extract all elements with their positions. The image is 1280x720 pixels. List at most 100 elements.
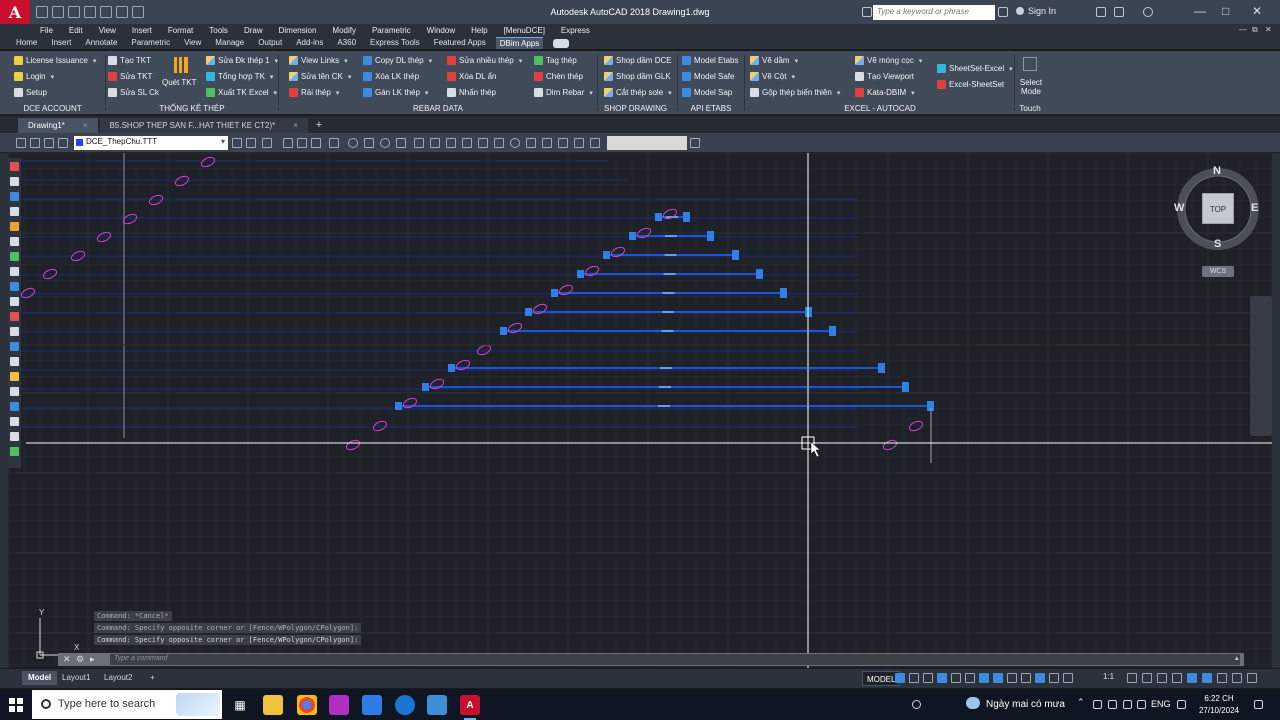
onedrive-icon[interactable] [1093,700,1102,709]
ribbon-tab[interactable]: View [180,37,205,49]
mdi-restore-button[interactable]: ⧉ [1252,25,1258,35]
draw-tool-icon[interactable] [10,282,19,291]
transparency-icon[interactable] [1021,673,1031,683]
sign-in-button[interactable]: Sign In [1016,6,1056,16]
excel-sheetset-button[interactable]: Excel-SheetSet [937,80,1004,89]
undo-icon[interactable] [116,6,128,18]
tao-tkt-button[interactable]: Tạo TKT [108,56,151,65]
tao-viewport-button[interactable]: Tạo Viewport [855,72,914,81]
customization-menu-icon[interactable] [1247,673,1257,683]
ribbon-tab[interactable]: DBim Apps [495,37,544,49]
ribbon-tab[interactable]: Output [254,37,286,49]
object-snap-tracking-icon[interactable] [979,673,989,683]
sua-nhieu-thep-button[interactable]: Sửa nhiều thép ▾ [447,56,522,65]
point-icon[interactable] [510,138,520,148]
model-sap-button[interactable]: Model Sap [682,88,732,97]
network-icon[interactable] [1108,700,1117,709]
lock-ui-icon[interactable] [1187,673,1197,683]
layer-properties-icon[interactable] [16,138,26,148]
menu-item[interactable]: Parametric [372,26,411,35]
menu-item[interactable]: Format [168,26,193,35]
lock-icon[interactable] [58,138,68,148]
weather-text[interactable]: Ngày mai có mưa [986,699,1065,710]
add-layout-button[interactable]: + [144,671,161,685]
teamviewer-icon[interactable] [395,695,415,715]
input-language[interactable]: ENG [1151,699,1171,709]
rotate-icon[interactable] [574,138,584,148]
autocad-taskbar-icon[interactable]: A [460,695,480,720]
ribbon-tab[interactable]: Parametric [127,37,174,49]
close-icon[interactable]: ✕ [63,654,71,665]
stretch-icon[interactable] [558,138,568,148]
recent-commands-icon[interactable]: ▸ [90,654,95,665]
model-etabs-button[interactable]: Model Etabs [682,56,738,65]
menu-item[interactable]: Dimension [279,26,317,35]
ribbon-tab[interactable]: Express Tools [366,37,424,49]
minimize-button[interactable]: — [1194,4,1206,18]
ribbon-tab[interactable]: Add-ins [292,37,327,49]
mdi-minimize-button[interactable]: — [1239,25,1247,34]
draw-tool-icon[interactable] [10,207,19,216]
make-current-icon[interactable] [232,138,242,148]
close-icon[interactable]: × [293,121,298,130]
shop-dam-glk-button[interactable]: Shop dầm GLK [604,72,671,81]
viewcube-top-face[interactable]: TOP [1202,193,1234,224]
spline-icon[interactable] [396,138,406,148]
draw-tool-icon[interactable] [10,252,19,261]
pen-icon[interactable] [912,700,921,709]
redo-icon[interactable] [132,6,144,18]
menu-item[interactable]: Help [471,26,487,35]
ribbon-tab[interactable]: Annotate [81,37,121,49]
menu-item[interactable]: View [99,26,116,35]
gan-lk-thep-button[interactable]: Gán LK thép ▾ [363,88,428,97]
document-tab[interactable]: B5.SHOP THEP SAN F...HAT THIET KE CT2)* × [99,118,308,133]
region-icon[interactable] [462,138,472,148]
plot-icon[interactable] [100,6,112,18]
microphone-icon[interactable] [1123,700,1132,709]
open-icon[interactable] [52,6,64,18]
search-arrow-icon[interactable] [862,7,872,17]
grid-icon[interactable] [895,673,905,683]
menu-item[interactable]: Insert [132,26,152,35]
draw-tool-icon[interactable] [10,417,19,426]
drawing-canvas[interactable] [8,153,1272,668]
hardware-acceleration-icon[interactable] [1217,673,1227,683]
gop-thep-bien-thien-button[interactable]: Gộp thép biến thiên ▾ [750,88,840,97]
rectangle-icon[interactable] [329,138,339,148]
menu-item[interactable]: Window [427,26,455,35]
weather-icon[interactable] [966,697,980,709]
draw-tool-icon[interactable] [10,237,19,246]
polyline-icon[interactable] [297,138,307,148]
chrome-icon[interactable] [297,695,317,715]
menu-item[interactable]: Tools [209,26,228,35]
copy-icon[interactable] [542,138,552,148]
draw-tool-icon[interactable] [10,162,19,171]
nhan-thep-button[interactable]: Nhấn thép [447,88,496,97]
help-icon[interactable] [1143,7,1153,17]
snap-icon[interactable] [909,673,919,683]
text-icon[interactable] [478,138,488,148]
copy-dl-thep-button[interactable]: Copy DL thép ▾ [363,56,432,65]
draw-tool-icon[interactable] [10,327,19,336]
compass-north[interactable]: N [1213,165,1221,177]
view-links-button[interactable]: View Links ▾ [289,56,348,65]
quick-properties-icon[interactable] [1172,673,1182,683]
task-view-icon[interactable]: ▦ [230,695,250,715]
chevron-up-icon[interactable]: ▴ [1235,654,1239,662]
new-tab-button[interactable]: + [310,118,328,133]
layout-tab[interactable]: Layout1 [56,671,96,685]
menu-item[interactable]: Draw [244,26,263,35]
sua-dk-thep-button[interactable]: Sửa Đk thép 1 ▾ [206,56,278,65]
app-c-icon[interactable] [329,695,349,715]
table-icon[interactable] [446,138,456,148]
maximize-button[interactable]: □ [1222,4,1229,18]
match-layer-icon[interactable] [246,138,256,148]
annotation-scale[interactable]: 1:1 [1103,672,1114,681]
polar-icon[interactable] [951,673,961,683]
dim-rebar-button[interactable]: Dim Rebar ▾ [534,88,593,97]
ribbon-tab[interactable]: Manage [211,37,248,49]
draw-tool-icon[interactable] [10,192,19,201]
taskbar-search-box[interactable]: Type here to search [32,690,222,719]
xoa-lk-thep-button[interactable]: Xóa LK thép [363,72,419,81]
ve-mong-coc-button[interactable]: Vẽ móng cọc ▾ [855,56,922,65]
